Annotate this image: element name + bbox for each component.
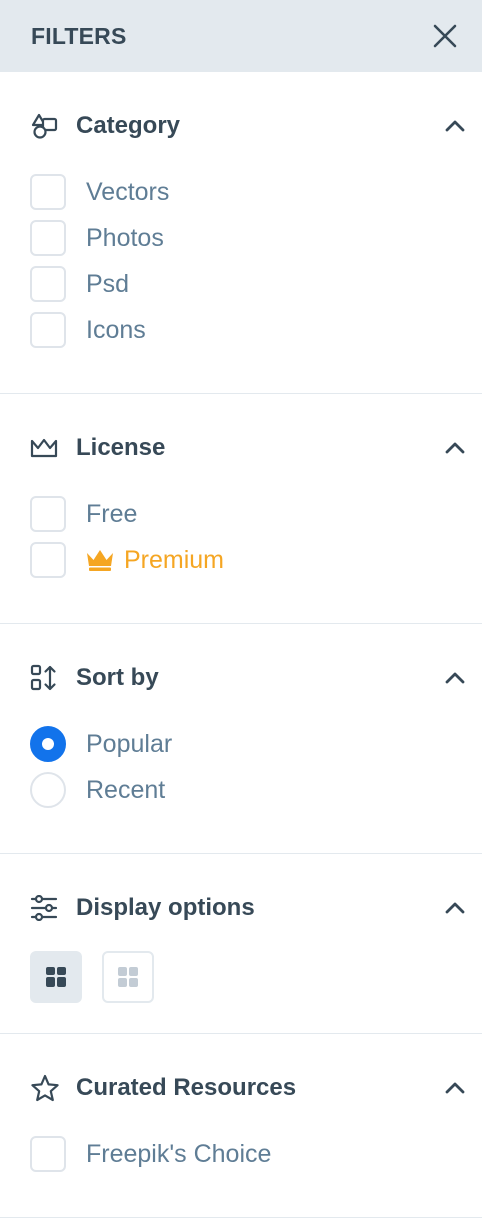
- popular-radio[interactable]: [30, 726, 66, 762]
- display-section: Display options: [0, 854, 482, 1034]
- sort-section: Sort by Popular Recent: [0, 624, 482, 854]
- premium-label: Premium: [124, 545, 225, 574]
- curated-option-freepiks-choice[interactable]: Freepik's Choice: [30, 1131, 482, 1177]
- curated-section: Curated Resources Freepik's Choice: [0, 1034, 482, 1218]
- vectors-label: Vectors: [86, 177, 170, 206]
- small-grid-view-button[interactable]: [102, 951, 154, 1003]
- sort-option-recent[interactable]: Recent: [30, 767, 482, 813]
- close-icon: [433, 24, 457, 48]
- premium-crown-icon: [86, 547, 116, 573]
- category-option-vectors[interactable]: Vectors: [30, 169, 482, 215]
- sort-icon: [30, 663, 60, 693]
- category-toggle[interactable]: Category: [30, 101, 482, 151]
- display-toggle[interactable]: Display options: [30, 883, 482, 933]
- photos-label: Photos: [86, 223, 164, 252]
- large-grid-view-button[interactable]: [30, 951, 82, 1003]
- freepiks-choice-checkbox[interactable]: [30, 1136, 66, 1172]
- curated-toggle[interactable]: Curated Resources: [30, 1063, 482, 1113]
- curated-title: Curated Resources: [76, 1074, 297, 1101]
- free-label: Free: [86, 499, 138, 528]
- freepiks-choice-label: Freepik's Choice: [86, 1139, 272, 1168]
- chevron-up-icon[interactable]: [442, 665, 468, 691]
- sort-title: Sort by: [76, 664, 159, 691]
- icons-label: Icons: [86, 315, 146, 344]
- small-grid-icon: [118, 967, 138, 987]
- chevron-up-icon[interactable]: [442, 1075, 468, 1101]
- display-title: Display options: [76, 894, 255, 921]
- license-section: License Free Premium: [0, 394, 482, 624]
- photos-checkbox[interactable]: [30, 220, 66, 256]
- recent-label: Recent: [86, 775, 166, 804]
- category-option-psd[interactable]: Psd: [30, 261, 482, 307]
- category-title: Category: [76, 112, 181, 139]
- close-button[interactable]: [430, 21, 460, 51]
- shapes-icon: [30, 111, 60, 141]
- license-option-premium[interactable]: Premium: [30, 537, 482, 583]
- free-checkbox[interactable]: [30, 496, 66, 532]
- premium-checkbox[interactable]: [30, 542, 66, 578]
- icons-checkbox[interactable]: [30, 312, 66, 348]
- category-option-photos[interactable]: Photos: [30, 215, 482, 261]
- license-title: License: [76, 434, 166, 461]
- crown-outline-icon: [30, 433, 60, 463]
- large-grid-icon: [46, 967, 66, 987]
- vectors-checkbox[interactable]: [30, 174, 66, 210]
- chevron-up-icon[interactable]: [442, 435, 468, 461]
- star-icon: [30, 1073, 60, 1103]
- license-option-free[interactable]: Free: [30, 491, 482, 537]
- sliders-icon: [30, 893, 60, 923]
- license-toggle[interactable]: License: [30, 423, 482, 473]
- category-option-icons[interactable]: Icons: [30, 307, 482, 353]
- popular-label: Popular: [86, 729, 173, 758]
- psd-label: Psd: [86, 269, 130, 298]
- recent-radio[interactable]: [30, 772, 66, 808]
- sort-toggle[interactable]: Sort by: [30, 653, 482, 703]
- filters-title: FILTERS: [31, 22, 127, 49]
- psd-checkbox[interactable]: [30, 266, 66, 302]
- chevron-up-icon[interactable]: [442, 895, 468, 921]
- chevron-up-icon[interactable]: [442, 113, 468, 139]
- sort-option-popular[interactable]: Popular: [30, 721, 482, 767]
- category-section: Category Vectors Photos Psd Icons: [0, 72, 482, 394]
- filters-header: FILTERS: [0, 0, 482, 72]
